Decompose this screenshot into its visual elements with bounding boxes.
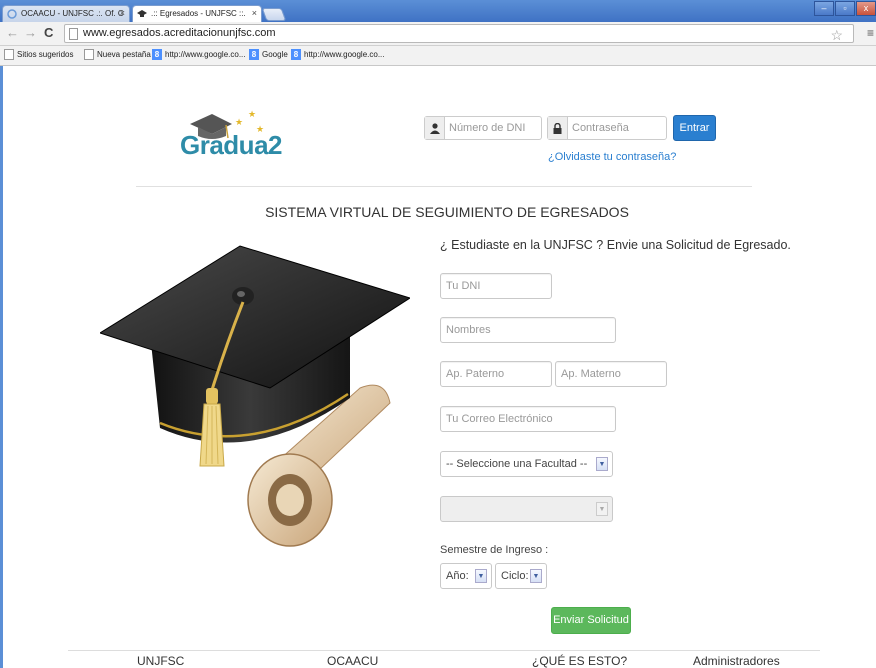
forward-icon[interactable]: → xyxy=(24,25,37,40)
apellido-paterno-input[interactable] xyxy=(440,361,552,387)
dni-login-group xyxy=(424,116,542,140)
address-bar[interactable]: www.egresados.acreditacionunjfsc.com ☆ xyxy=(64,24,854,43)
anio-select[interactable]: Año: ▼ xyxy=(440,563,492,589)
reload-icon[interactable]: C xyxy=(44,25,53,40)
forgot-password-link[interactable]: ¿Olvidaste tu contraseña? xyxy=(548,151,676,163)
chevron-down-icon: ▼ xyxy=(530,569,542,583)
bookmark-label: Sitios sugeridos xyxy=(17,50,74,59)
google-icon: 8 xyxy=(291,49,301,60)
page-icon xyxy=(84,49,94,60)
bookmark-item[interactable]: 8 Google xyxy=(249,49,288,60)
chevron-down-icon: ▼ xyxy=(596,457,608,471)
bookmark-label: Google xyxy=(262,50,288,59)
svg-text:★: ★ xyxy=(248,110,256,120)
footer-link-unjfsc[interactable]: UNJFSC xyxy=(137,654,184,668)
bookmark-label: Nueva pestaña xyxy=(97,50,151,59)
loading-icon xyxy=(7,9,17,19)
anio-select-value: Año: xyxy=(446,570,469,582)
tab-egresados[interactable]: .:: Egresados - UNJFSC ::. × xyxy=(132,5,262,22)
dni-input[interactable] xyxy=(440,273,552,299)
page-title-text: SISTEMA VIRTUAL DE SEGUIMIENTO DE EGRESA… xyxy=(265,204,629,220)
minimize-button[interactable]: – xyxy=(814,1,834,16)
logo-digit: 2 xyxy=(268,130,282,160)
page-title: SISTEMA VIRTUAL DE SEGUIMIENTO DE EGRESA… xyxy=(0,204,876,220)
footer-link-ocaacu[interactable]: OCAACU xyxy=(327,654,378,668)
star-icon[interactable]: ☆ xyxy=(830,27,843,44)
close-icon[interactable]: × xyxy=(252,8,257,18)
chevron-down-icon: ▼ xyxy=(475,569,487,583)
menu-icon[interactable]: ≡ xyxy=(867,26,874,40)
close-window-button[interactable]: x xyxy=(856,1,876,16)
correo-input[interactable] xyxy=(440,406,616,432)
page-icon xyxy=(4,49,14,60)
graduation-cap-icon xyxy=(137,10,147,17)
tab-ocaacu[interactable]: OCAACU - UNJFSC .:. Of. C × xyxy=(2,5,130,22)
nombres-input[interactable] xyxy=(440,317,616,343)
window-controls: – ▫ x xyxy=(814,1,876,16)
bookmark-label: http://www.google.co... xyxy=(165,50,246,59)
facultad-select-value: -- Seleccione una Facultad -- xyxy=(446,458,588,470)
graduation-illustration xyxy=(100,245,410,547)
enviar-solicitud-button[interactable]: Enviar Solicitud xyxy=(551,607,631,634)
password-login-group xyxy=(547,116,667,140)
bookmark-item[interactable]: Nueva pestaña xyxy=(84,49,151,60)
user-icon xyxy=(425,117,445,139)
bookmarks-bar: Sitios sugeridos Nueva pestaña 8 http://w… xyxy=(0,46,876,66)
semestre-label: Semestre de Ingreso : xyxy=(440,544,549,556)
google-icon: 8 xyxy=(152,49,162,60)
tab-title: OCAACU - UNJFSC .:. Of. C xyxy=(21,9,124,18)
login-button[interactable]: Entrar xyxy=(673,115,716,141)
logo-word: Gradua xyxy=(180,130,269,160)
ciclo-select-value: Ciclo: xyxy=(501,570,529,582)
browser-titlebar: OCAACU - UNJFSC .:. Of. C × .:: Egresado… xyxy=(0,0,876,22)
bookmark-label: http://www.google.co... xyxy=(304,50,385,59)
google-icon: 8 xyxy=(249,49,259,60)
browser-toolbar: ← → C www.egresados.acreditacionunjfsc.c… xyxy=(0,22,876,46)
footer-divider xyxy=(68,650,820,651)
url-text: www.egresados.acreditacionunjfsc.com xyxy=(83,27,276,39)
window-frame xyxy=(0,66,3,668)
back-icon[interactable]: ← xyxy=(6,25,19,40)
maximize-button[interactable]: ▫ xyxy=(835,1,855,16)
apellido-materno-input[interactable] xyxy=(555,361,667,387)
footer-link-que-es-esto[interactable]: ¿QUÉ ES ESTO? xyxy=(532,654,627,668)
lock-icon xyxy=(548,117,568,139)
bookmark-item[interactable]: 8 http://www.google.co... xyxy=(291,49,385,60)
page-icon xyxy=(69,28,78,40)
new-tab-button[interactable] xyxy=(261,8,287,21)
tab-title: .:: Egresados - UNJFSC ::. xyxy=(151,9,246,18)
ciclo-select[interactable]: Ciclo: ▼ xyxy=(495,563,547,589)
dni-login-input[interactable] xyxy=(445,117,541,139)
header-divider xyxy=(136,186,752,187)
facultad-select[interactable]: -- Seleccione una Facultad -- ▼ xyxy=(440,451,613,477)
svg-text:★: ★ xyxy=(235,118,243,128)
logo-text: Gradua2 xyxy=(180,130,282,161)
close-icon[interactable]: × xyxy=(120,8,125,18)
password-login-input[interactable] xyxy=(568,117,666,139)
bookmark-item[interactable]: Sitios sugeridos xyxy=(4,49,74,60)
footer-link-administradores[interactable]: Administradores xyxy=(693,654,780,668)
escuela-select: ▼ xyxy=(440,496,613,522)
bookmark-item[interactable]: 8 http://www.google.co... xyxy=(152,49,246,60)
chevron-down-icon: ▼ xyxy=(596,502,608,516)
form-title: ¿ Estudiaste en la UNJFSC ? Envie una So… xyxy=(440,238,791,252)
